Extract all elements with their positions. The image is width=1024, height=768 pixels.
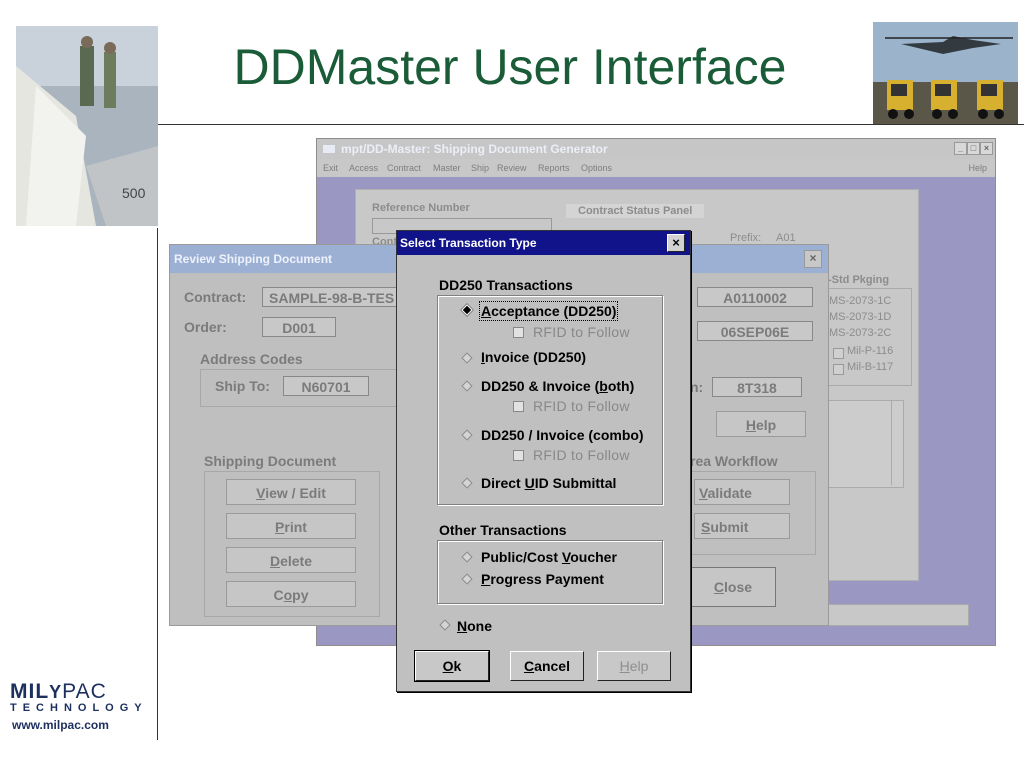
close-button[interactable]: Close [690, 567, 776, 607]
status-bar-field [827, 604, 969, 626]
progress-payment-option[interactable]: Progress Payment [481, 571, 604, 587]
address-codes-group: Ship To: N60701 [200, 369, 408, 407]
menu-reports[interactable]: Reports [538, 163, 570, 173]
close-icon[interactable]: × [980, 142, 993, 155]
submit-button[interactable]: Submit [694, 513, 790, 539]
print-button[interactable]: Print [226, 513, 356, 539]
std-packaging-group: MS-2073-1C MS-2073-1D MS-2073-2C Mil-P-1… [828, 288, 912, 386]
rfid-checkbox[interactable] [513, 327, 524, 338]
acceptance-option[interactable]: Acceptance (DD250) [478, 301, 619, 321]
prefix-value: A01 [776, 232, 796, 244]
menu-help[interactable]: Help [968, 163, 987, 173]
invoice-option[interactable]: Invoice (DD250) [481, 349, 586, 365]
rfid-checkbox[interactable] [513, 450, 524, 461]
milpac-logo: MILYPAC TECHNOLOGY www.milpac.com [10, 680, 155, 732]
delete-button[interactable]: Delete [226, 547, 356, 573]
menu-exit[interactable]: Exit [323, 163, 338, 173]
field-c-label: n: [690, 379, 704, 395]
close-icon[interactable]: × [667, 234, 685, 252]
title-divider [158, 124, 1024, 125]
copy-button[interactable]: Copy [226, 581, 356, 607]
main-window-titlebar[interactable]: mpt/DD-Master: Shipping Document Generat… [317, 139, 995, 159]
contract-field[interactable]: SAMPLE-98-B-TES [262, 287, 402, 307]
std-pkg-item: MS-2073-1C [829, 295, 892, 307]
contract-status-panel-label: Contract Status Panel [566, 204, 705, 218]
review-window-title: Review Shipping Document [174, 252, 333, 266]
mil-b-117-checkbox[interactable] [833, 364, 844, 375]
rfid-label: RFID to Follow [533, 398, 630, 414]
menu-review[interactable]: Review [497, 163, 527, 173]
menu-ship[interactable]: Ship [471, 163, 489, 173]
svg-text:500: 500 [122, 185, 146, 201]
notes-textarea[interactable] [828, 400, 904, 488]
contract-label: Contract: [184, 289, 247, 305]
shipment-number-field[interactable]: 06SEP06E [697, 321, 813, 341]
address-codes-label: Address Codes [200, 351, 303, 367]
notes-scrollbar[interactable] [891, 401, 903, 485]
order-label: Order: [184, 319, 227, 335]
menu-access[interactable]: Access [349, 163, 378, 173]
app-icon [323, 145, 335, 153]
rfid-label: RFID to Follow [533, 324, 630, 340]
menu-master[interactable]: Master [433, 163, 461, 173]
dd250-transactions-label: DD250 Transactions [439, 277, 573, 293]
main-menubar: Exit Access Contract Master Ship Review … [317, 159, 995, 177]
dd250-invoice-combo-option[interactable]: DD250 / Invoice (combo) [481, 427, 644, 443]
main-window-title: mpt/DD-Master: Shipping Document Generat… [341, 142, 608, 156]
mil-b-117-label: Mil-B-117 [847, 361, 894, 373]
maximize-icon[interactable]: □ [967, 142, 980, 155]
ok-button[interactable]: Ok [414, 650, 490, 682]
reference-number-label: Reference Number [372, 202, 470, 214]
menu-options[interactable]: Options [581, 163, 612, 173]
forklift-helicopter-photo [873, 22, 1018, 124]
workflow-label: rea Workflow [690, 453, 778, 469]
std-pkg-item: MS-2073-1D [829, 311, 892, 323]
review-help-button[interactable]: Help [716, 411, 806, 437]
std-pkg-item: MS-2073-2C [829, 327, 892, 339]
logo-wordmark: MILYPAC [10, 680, 107, 703]
select-transaction-type-dialog: Select Transaction Type × DD250 Transact… [396, 230, 691, 692]
document-number-field[interactable]: A0110002 [697, 287, 813, 307]
side-divider [157, 228, 158, 740]
minimize-icon[interactable]: _ [954, 142, 967, 155]
validate-button[interactable]: Validate [694, 479, 790, 505]
mil-p-116-checkbox[interactable] [833, 348, 844, 359]
ship-to-label: Ship To: [215, 378, 270, 394]
other-transactions-label: Other Transactions [439, 522, 567, 538]
mil-p-116-label: Mil-P-116 [847, 345, 894, 357]
order-field[interactable]: D001 [262, 317, 336, 337]
logo-url: www.milpac.com [12, 718, 109, 732]
dd250-invoice-both-option[interactable]: DD250 & Invoice (both) [481, 378, 634, 394]
none-option[interactable]: None [457, 618, 492, 634]
rfid-label: RFID to Follow [533, 447, 630, 463]
shipping-document-label: Shipping Document [204, 453, 337, 469]
slide-title: DDMaster User Interface [233, 39, 787, 95]
dialog-titlebar[interactable]: Select Transaction Type × [397, 231, 690, 255]
prefix-label: Prefix: [730, 232, 762, 244]
view-edit-button[interactable]: View / Edit [226, 479, 356, 505]
menu-contract[interactable]: Contract [387, 163, 421, 173]
none-radio[interactable] [439, 619, 451, 631]
close-icon[interactable]: × [804, 250, 822, 268]
public-cost-voucher-option[interactable]: Public/Cost Voucher [481, 549, 617, 565]
ship-to-field[interactable]: N60701 [283, 376, 369, 396]
cancel-button[interactable]: Cancel [510, 651, 584, 681]
rfid-checkbox[interactable] [513, 401, 524, 412]
dialog-title: Select Transaction Type [400, 236, 537, 250]
direct-uid-option[interactable]: Direct UID Submittal [481, 475, 616, 491]
std-packaging-label: -Std Pkging [828, 274, 890, 286]
help-button[interactable]: Help [597, 651, 671, 681]
logo-tagline: TECHNOLOGY [10, 702, 148, 714]
field-c[interactable]: 8T318 [712, 377, 802, 397]
aircraft-carrier-photo: 500 [16, 26, 158, 226]
